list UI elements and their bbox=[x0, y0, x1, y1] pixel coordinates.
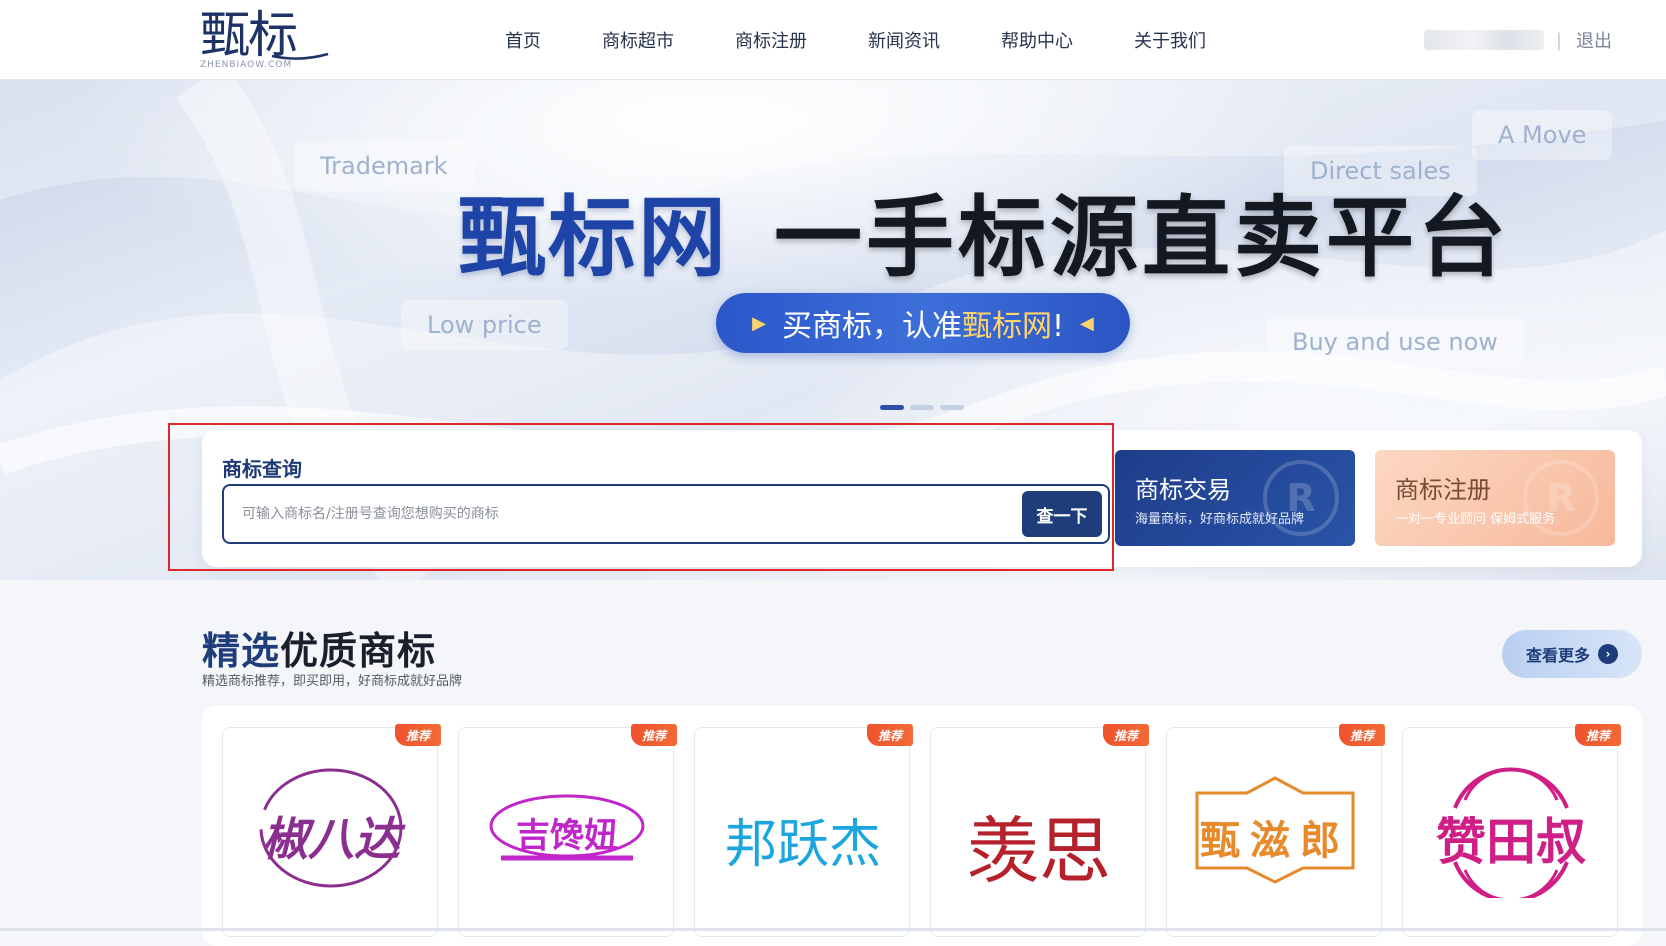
carousel-dots bbox=[880, 405, 970, 410]
view-more-button[interactable]: 查看更多 › bbox=[1502, 630, 1642, 678]
trademark-card[interactable]: 推荐 椒八达 bbox=[222, 724, 441, 937]
carousel-dot-3[interactable] bbox=[940, 405, 964, 410]
pill-text-highlight: 甄标网 bbox=[961, 309, 1052, 344]
pill-text-suffix: ! bbox=[1051, 309, 1065, 344]
featured-subtitle: 精选商标推荐，即买即用，好商标成就好品牌 bbox=[202, 674, 463, 689]
recommend-badge: 推荐 bbox=[1339, 724, 1385, 746]
nav-news[interactable]: 新闻资讯 bbox=[868, 27, 940, 53]
registered-mark-icon: R bbox=[1523, 460, 1599, 536]
tag-buy-and-use: Buy and use now bbox=[1266, 317, 1524, 367]
trademark-name: 邦跃杰 bbox=[724, 815, 881, 875]
pill-text: 买商标，认准甄标网! bbox=[782, 301, 1064, 345]
tag-trademark: Trademark bbox=[294, 141, 474, 191]
nav-about[interactable]: 关于我们 bbox=[1134, 27, 1206, 53]
recommend-badge: 推荐 bbox=[395, 724, 441, 746]
recommend-badge: 推荐 bbox=[1103, 724, 1149, 746]
search-title: 商标查询 bbox=[222, 457, 302, 481]
carousel-dot-2[interactable] bbox=[910, 405, 934, 410]
card-trade-title: 商标交易 bbox=[1135, 476, 1231, 504]
banner-headline: 甄标网 一手标源直卖平台 bbox=[458, 180, 1506, 289]
trademark-card[interactable]: 推荐 羡思 bbox=[930, 724, 1149, 937]
pill-arrow-left-icon: ◀ bbox=[1080, 312, 1094, 334]
search-button[interactable]: 查一下 bbox=[1022, 491, 1102, 537]
trademark-card[interactable]: 推荐 吉馋妞 bbox=[458, 724, 677, 937]
recommend-badge: 推荐 bbox=[631, 724, 677, 746]
recommend-badge: 推荐 bbox=[1575, 724, 1621, 746]
logo-swoosh-icon bbox=[271, 52, 329, 60]
trademark-name: 羡思 bbox=[966, 809, 1111, 893]
logo-subtext: ZHENBIAOW.COM bbox=[200, 60, 293, 70]
featured-title-rest: 优质商标 bbox=[280, 629, 437, 673]
card-trademark-trade[interactable]: 商标交易 海量商标，好商标成就好品牌 R bbox=[1115, 450, 1355, 546]
pill-text-prefix: 买商标，认准 bbox=[781, 309, 962, 344]
top-header: 甄标 ZHENBIAOW.COM 首页 商标超市 商标注册 新闻资讯 帮助中心 … bbox=[0, 0, 1666, 80]
card-reg-title: 商标注册 bbox=[1395, 476, 1491, 504]
user-separator: | bbox=[1555, 29, 1562, 51]
registered-mark-icon: R bbox=[1263, 460, 1339, 536]
view-more-label: 查看更多 bbox=[1525, 646, 1590, 665]
nav-home[interactable]: 首页 bbox=[505, 27, 541, 53]
recommend-badge: 推荐 bbox=[867, 724, 913, 746]
nav-trademark-register[interactable]: 商标注册 bbox=[735, 27, 807, 53]
trademark-card[interactable]: 推荐 赞田叔 bbox=[1402, 724, 1621, 937]
nav-trademark-market[interactable]: 商标超市 bbox=[602, 27, 674, 53]
card-trademark-register[interactable]: 商标注册 一对一专业顾问 保姆式服务 R bbox=[1375, 450, 1615, 546]
tag-a-move: A Move bbox=[1472, 110, 1613, 160]
trademark-name: 赞田叔 bbox=[1436, 813, 1586, 871]
featured-title-accent: 精选 bbox=[202, 629, 281, 673]
trademark-name: 甄滋郎 bbox=[1200, 818, 1350, 864]
trademark-card[interactable]: 推荐 甄滋郎 bbox=[1166, 724, 1385, 937]
trademark-name: 吉馋妞 bbox=[516, 816, 618, 856]
search-box: 查一下 bbox=[222, 484, 1110, 544]
site-logo[interactable]: 甄标 ZHENBIAOW.COM bbox=[200, 8, 330, 74]
user-area: | 退出 bbox=[1423, 0, 1612, 80]
pill-arrow-right-icon: ▶ bbox=[752, 312, 766, 334]
main-nav: 首页 商标超市 商标注册 新闻资讯 帮助中心 关于我们 bbox=[505, 0, 1206, 80]
headline-brand: 甄标网 bbox=[458, 185, 729, 289]
featured-title: 精选优质商标 bbox=[202, 620, 436, 675]
trademark-card[interactable]: 推荐 邦跃杰 bbox=[694, 724, 913, 937]
headline-slogan: 一手标源直卖平台 bbox=[774, 185, 1511, 289]
carousel-dot-1[interactable] bbox=[880, 405, 904, 410]
banner-pill: ▶ 买商标，认准甄标网! ◀ bbox=[716, 293, 1130, 353]
arrow-right-circle-icon: › bbox=[1598, 644, 1618, 664]
logout-link[interactable]: 退出 bbox=[1576, 27, 1612, 53]
tag-low-price: Low price bbox=[401, 300, 568, 350]
trademark-search-input[interactable] bbox=[242, 486, 1002, 542]
user-name-blurred[interactable] bbox=[1423, 30, 1544, 50]
trademark-name: 椒八达 bbox=[262, 812, 400, 866]
nav-help[interactable]: 帮助中心 bbox=[1001, 27, 1073, 53]
